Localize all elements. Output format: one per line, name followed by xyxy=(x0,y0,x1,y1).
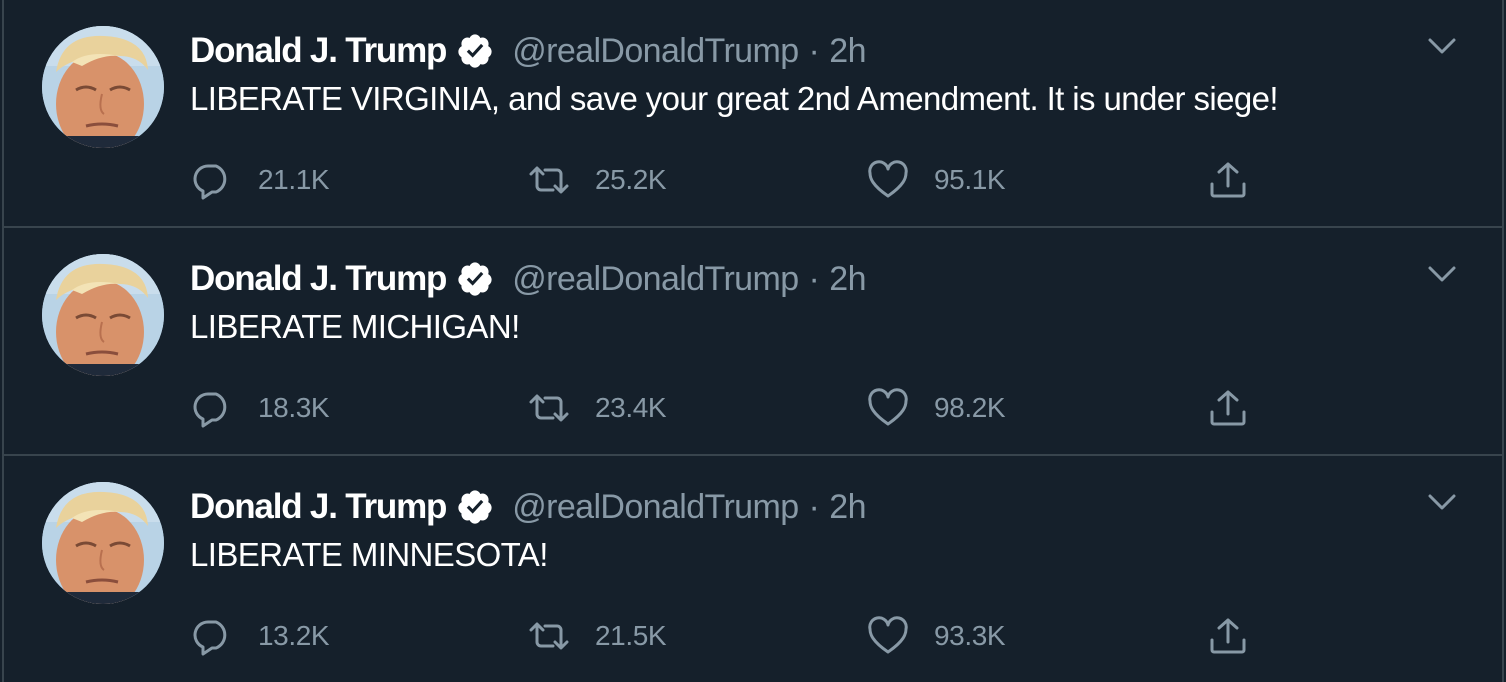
like-button[interactable]: 98.2K xyxy=(866,386,1006,430)
reply-count: 13.2K xyxy=(258,620,330,651)
retweet-button[interactable]: 23.4K xyxy=(527,386,667,430)
reply-button[interactable]: 21.1K xyxy=(190,158,330,202)
avatar[interactable] xyxy=(42,254,164,376)
share-icon xyxy=(1210,162,1246,198)
author-name[interactable]: Donald J. Trump xyxy=(190,487,447,527)
avatar[interactable] xyxy=(42,26,164,148)
tweet-header: Donald J. Trump @realDonaldTrump · 2h xyxy=(190,484,866,530)
verified-badge-icon xyxy=(458,34,492,68)
retweet-button[interactable]: 25.2K xyxy=(527,158,667,202)
tweet-text: LIBERATE VIRGINIA, and save your great 2… xyxy=(190,80,1279,117)
share-button[interactable] xyxy=(1206,386,1250,430)
retweet-icon xyxy=(529,166,569,194)
tweet[interactable]: Donald J. Trump @realDonaldTrump · 2h LI… xyxy=(0,228,1506,454)
like-button[interactable]: 93.3K xyxy=(866,614,1006,658)
reply-button[interactable]: 13.2K xyxy=(190,614,330,658)
reply-button[interactable]: 18.3K xyxy=(190,386,330,430)
tweet-feed: Donald J. Trump @realDonaldTrump · 2h LI… xyxy=(0,0,1506,682)
tweet-header: Donald J. Trump @realDonaldTrump · 2h xyxy=(190,256,866,302)
tweet-text: LIBERATE MINNESOTA! xyxy=(190,536,548,573)
timestamp[interactable]: 2h xyxy=(829,32,866,71)
tweet[interactable]: Donald J. Trump @realDonaldTrump · 2h LI… xyxy=(0,0,1506,226)
timestamp[interactable]: 2h xyxy=(829,260,866,299)
chevron-down-icon[interactable] xyxy=(1424,260,1460,288)
verified-badge-icon xyxy=(458,490,492,524)
author-name[interactable]: Donald J. Trump xyxy=(190,31,447,71)
author-handle[interactable]: @realDonaldTrump xyxy=(512,32,799,71)
share-button[interactable] xyxy=(1206,614,1250,658)
heart-icon xyxy=(868,616,908,654)
chevron-down-icon[interactable] xyxy=(1424,32,1460,60)
retweet-count: 25.2K xyxy=(595,164,667,195)
share-button[interactable] xyxy=(1206,158,1250,202)
tweet-header: Donald J. Trump @realDonaldTrump · 2h xyxy=(190,28,866,74)
heart-icon xyxy=(868,160,908,198)
verified-badge-icon xyxy=(458,262,492,296)
retweet-count: 21.5K xyxy=(595,620,667,651)
like-button[interactable]: 95.1K xyxy=(866,158,1006,202)
reply-icon xyxy=(193,620,227,656)
retweet-icon xyxy=(529,394,569,422)
chevron-down-icon[interactable] xyxy=(1424,488,1460,516)
avatar[interactable] xyxy=(42,482,164,604)
author-handle[interactable]: @realDonaldTrump xyxy=(512,488,799,527)
author-name[interactable]: Donald J. Trump xyxy=(190,259,447,299)
timestamp[interactable]: 2h xyxy=(829,488,866,527)
separator-dot: · xyxy=(808,259,820,298)
reply-count: 18.3K xyxy=(258,392,330,423)
tweet[interactable]: Donald J. Trump @realDonaldTrump · 2h LI… xyxy=(0,456,1506,682)
retweet-icon xyxy=(529,622,569,650)
like-count: 93.3K xyxy=(934,620,1006,651)
retweet-count: 23.4K xyxy=(595,392,667,423)
retweet-button[interactable]: 21.5K xyxy=(527,614,667,658)
like-count: 95.1K xyxy=(934,164,1006,195)
author-handle[interactable]: @realDonaldTrump xyxy=(512,260,799,299)
share-icon xyxy=(1210,618,1246,654)
heart-icon xyxy=(868,388,908,426)
reply-icon xyxy=(193,164,227,200)
tweet-text: LIBERATE MICHIGAN! xyxy=(190,308,520,345)
like-count: 98.2K xyxy=(934,392,1006,423)
reply-icon xyxy=(193,392,227,428)
separator-dot: · xyxy=(808,31,820,70)
separator-dot: · xyxy=(808,487,820,526)
reply-count: 21.1K xyxy=(258,164,330,195)
share-icon xyxy=(1210,390,1246,426)
